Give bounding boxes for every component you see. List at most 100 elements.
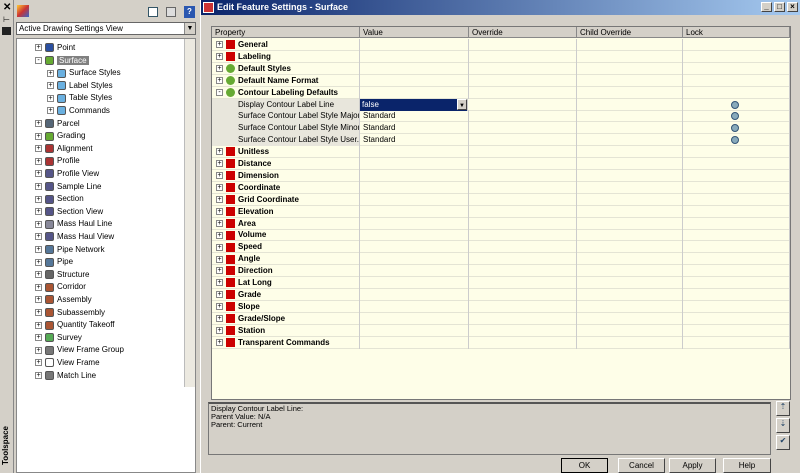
column-header[interactable]: Override [469,27,577,38]
tree-item[interactable]: + Alignment [35,143,93,155]
expand-icon[interactable]: + [47,69,54,77]
expand-icon[interactable]: + [35,271,42,279]
expand-icon[interactable]: + [216,267,223,275]
tree-item[interactable]: + Profile View [35,168,99,180]
tree-item[interactable]: + Corridor [35,281,86,293]
tree-item[interactable]: + Match Line [35,370,96,382]
tree-item[interactable]: + Label Styles [47,80,113,92]
property-row[interactable]: Surface Contour Label Style Minor Standar… [212,122,790,135]
expand-icon[interactable]: + [216,231,223,239]
tree-item[interactable]: + Commands [47,105,110,117]
expand-icon[interactable]: + [35,371,42,379]
property-group-row[interactable]: + Station [212,324,790,337]
expand-icon[interactable]: + [216,303,223,311]
expand-icon[interactable]: + [216,219,223,227]
expand-icon[interactable]: + [47,94,54,102]
tree-item[interactable]: + Pipe [35,256,73,268]
property-group-row[interactable]: + Lat Long [212,277,790,289]
expand-icon[interactable]: + [35,346,42,354]
expand-icon[interactable]: + [216,291,223,299]
tree-item[interactable]: + View Frame [35,357,100,369]
expand-icon[interactable]: + [216,172,223,180]
tree-item[interactable]: + Table Styles [47,92,112,104]
expand-icon[interactable]: + [35,359,42,367]
property-group-row[interactable]: + Labeling [212,50,790,63]
expand-icon[interactable]: + [35,208,42,216]
value-dropdown[interactable]: false ▼ [360,98,468,111]
collapse-all-icon[interactable]: ⇣ [776,418,790,433]
expand-icon[interactable]: + [216,41,223,49]
tree-item[interactable]: + Structure [35,269,89,281]
property-group-row[interactable]: + Default Name Format [212,74,790,87]
property-row[interactable]: Display Contour Label Line false ▼ [212,98,790,111]
expand-icon[interactable]: + [35,182,42,190]
expand-all-icon[interactable]: ⇡ [776,401,790,416]
property-group-row[interactable]: + Angle [212,253,790,266]
property-group-row[interactable]: + Grade/Slope [212,312,790,325]
tree-item[interactable]: + Assembly [35,294,92,306]
expand-icon[interactable]: + [35,132,42,140]
property-group-row[interactable]: + Slope [212,300,790,313]
property-group-row[interactable]: + General [212,39,790,51]
property-group-row[interactable]: - Contour Labeling Defaults [212,86,790,99]
expand-icon[interactable]: + [35,334,42,342]
tree-item[interactable]: + Grading [35,130,85,142]
expand-icon[interactable]: + [35,245,42,253]
property-row[interactable]: Surface Contour Label Style Major Standar… [212,110,790,123]
expand-icon[interactable]: + [216,326,223,334]
expand-icon[interactable]: + [35,195,42,203]
column-header[interactable]: Lock [683,27,790,38]
expand-icon[interactable]: + [216,255,223,263]
properties-icon[interactable] [2,27,11,35]
tree-item[interactable]: + Parcel [35,118,80,130]
collapse-icon[interactable]: - [216,88,223,96]
expand-icon[interactable]: + [35,145,42,153]
expand-icon[interactable]: + [216,196,223,204]
expand-icon[interactable]: + [35,258,42,266]
expand-icon[interactable]: + [216,207,223,215]
item-view-icon[interactable] [148,7,158,17]
ok-button[interactable]: OK [561,458,608,473]
expand-icon[interactable]: + [35,321,42,329]
close-icon[interactable]: ✕ [3,2,11,13]
check-icon[interactable]: ✔ [776,435,790,450]
property-group-row[interactable]: + Grade [212,288,790,301]
property-group-row[interactable]: + Volume [212,229,790,242]
expand-icon[interactable]: + [216,315,223,323]
tree-item[interactable]: + Subassembly [35,307,105,319]
expand-icon[interactable]: + [35,283,42,291]
column-header[interactable]: Property [212,27,360,38]
collapse-icon[interactable]: - [35,56,42,64]
list-view-icon[interactable] [166,7,176,17]
apply-button[interactable]: Apply [669,458,716,473]
expand-icon[interactable]: + [47,82,54,90]
tree-item[interactable]: + Mass Haul Line [35,218,112,230]
close-button[interactable]: × [787,2,798,12]
tree-item[interactable]: + Sample Line [35,181,101,193]
tree-item[interactable]: + Pipe Network [35,244,105,256]
tree-item[interactable]: + Quantity Takeoff [35,319,115,331]
expand-icon[interactable]: + [35,170,42,178]
tree-item[interactable]: + Survey [35,332,82,344]
lock-icon[interactable] [731,136,739,145]
expand-icon[interactable]: + [216,148,223,156]
chevron-down-icon[interactable]: ▼ [184,23,195,34]
expand-icon[interactable]: + [35,44,42,52]
property-group-row[interactable]: + Unitless [212,146,790,159]
property-row[interactable]: Surface Contour Label Style User... Stand… [212,134,790,147]
tree-item[interactable]: + Section View [35,206,103,218]
lock-icon[interactable] [731,112,739,121]
tree-item[interactable]: + Section [35,193,84,205]
tree-item[interactable]: + Surface Styles [47,67,121,79]
tree-item[interactable]: + Profile [35,155,80,167]
expand-icon[interactable]: + [216,243,223,251]
lock-icon[interactable] [731,124,739,133]
column-header[interactable]: Child Override [577,27,683,38]
property-group-row[interactable]: + Coordinate [212,181,790,194]
chevron-down-icon[interactable]: ▼ [457,98,467,110]
expand-icon[interactable]: + [216,279,223,287]
expand-icon[interactable]: + [35,308,42,316]
maximize-button[interactable]: □ [774,2,785,12]
property-group-row[interactable]: + Distance [212,158,790,170]
view-select[interactable]: Active Drawing Settings View ▼ [16,22,196,35]
